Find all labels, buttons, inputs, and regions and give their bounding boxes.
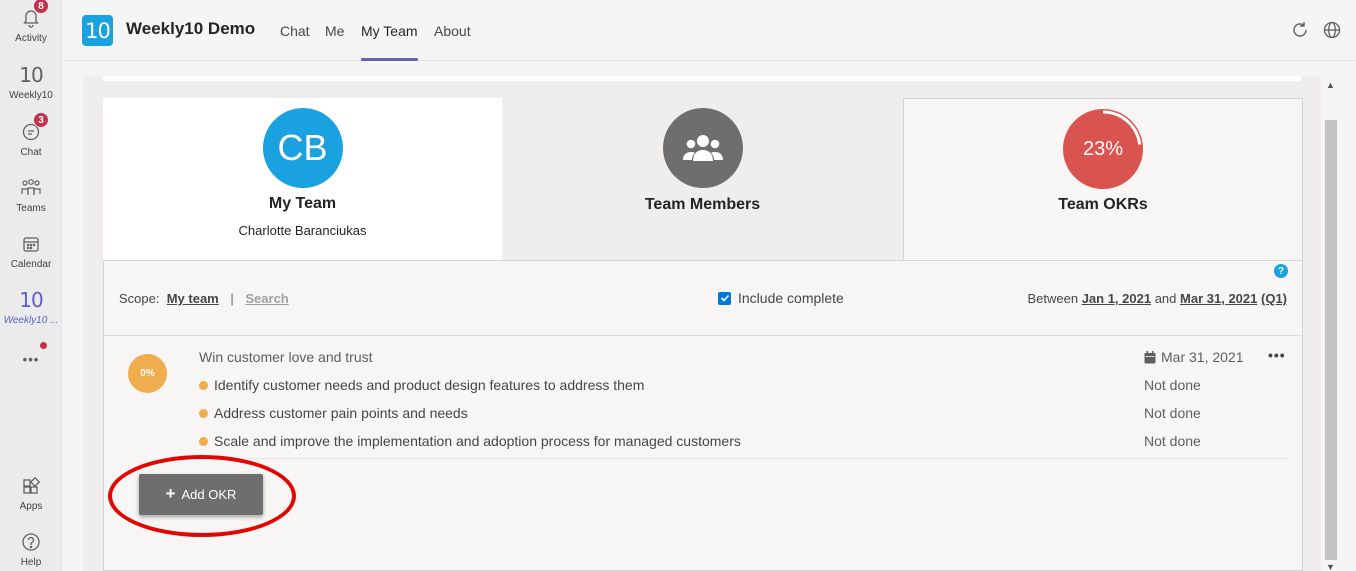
tab-my-team[interactable]: My Team (361, 23, 418, 39)
objective-progress-badge: 0% (128, 354, 167, 393)
rail-item-label: Help (20, 557, 42, 568)
team-members-icon (662, 108, 743, 188)
rail-item-chat[interactable]: 3 Chat (0, 112, 62, 172)
tab-me[interactable]: Me (325, 23, 344, 39)
plus-icon: + (165, 483, 176, 503)
objective-more-button[interactable]: ••• (1268, 347, 1286, 363)
key-result-status[interactable]: Not done (1144, 405, 1201, 421)
bell-icon: 8 (19, 0, 49, 30)
help-icon (19, 530, 43, 554)
scope-search-link[interactable]: Search (245, 291, 288, 306)
refresh-icon[interactable] (1290, 20, 1310, 40)
objective-due-date[interactable]: Mar 31, 2021 (1144, 349, 1244, 365)
quarter-link[interactable]: (Q1) (1261, 291, 1287, 306)
status-dot (199, 408, 208, 418)
globe-icon[interactable] (1322, 20, 1342, 40)
app-rail: 8 Activity 10 Weekly10 3 Chat Teams Cale… (0, 0, 62, 571)
key-result-status[interactable]: Not done (1144, 433, 1201, 449)
scroll-down-arrow[interactable]: ▼ (1326, 562, 1335, 571)
start-date-link[interactable]: Jan 1, 2021 (1082, 291, 1151, 306)
rail-item-label: Weekly10 (9, 90, 53, 101)
rail-item-help[interactable]: Help (0, 530, 62, 571)
chat-icon: 3 (19, 112, 49, 144)
team-okrs-card[interactable]: 23% Team OKRs (903, 98, 1303, 261)
checkbox-checked-icon[interactable] (718, 291, 731, 305)
rail-item-weekly10-pinned[interactable]: 10 Weekly10 ... (0, 288, 62, 340)
teams-icon (19, 176, 43, 200)
rail-more-button[interactable]: ••• (0, 352, 62, 376)
chat-badge: 3 (33, 112, 49, 128)
calendar-icon (19, 232, 43, 256)
status-dot (199, 436, 208, 446)
end-date-link[interactable]: Mar 31, 2021 (1180, 291, 1257, 306)
scope-filter: Scope: My team | Search (119, 291, 289, 306)
my-team-avatar: CB (262, 108, 343, 188)
scrollbar-thumb[interactable] (1325, 120, 1337, 560)
divider (104, 335, 1302, 336)
key-result-item[interactable]: Address customer pain points and needs (199, 405, 468, 421)
activity-badge: 8 (33, 0, 49, 14)
my-team-title: My Team (268, 195, 337, 212)
okr-panel: ? Scope: My team | Search Include comple… (103, 260, 1303, 571)
scope-my-team-link[interactable]: My team (167, 291, 219, 306)
notification-dot (40, 342, 47, 349)
objective-title[interactable]: Win customer love and trust (199, 349, 373, 365)
rail-item-label: Calendar (10, 259, 52, 270)
key-result-item[interactable]: Scale and improve the implementation and… (199, 433, 741, 449)
weekly10-icon: 10 (19, 288, 43, 312)
calendar-icon (1144, 350, 1156, 363)
team-okrs-progress-ring: 23% (1063, 109, 1143, 189)
rail-item-label: Activity (15, 33, 47, 44)
rail-item-label: Teams (16, 203, 46, 214)
content-top-strip (103, 76, 1301, 81)
my-team-owner: Charlotte Baranciukas (238, 223, 367, 238)
add-okr-button[interactable]: + Add OKR (139, 474, 263, 515)
my-team-card[interactable]: CB My Team Charlotte Baranciukas (103, 98, 502, 261)
rail-item-teams[interactable]: Teams (0, 176, 62, 228)
rail-item-weekly10[interactable]: 10 Weekly10 (0, 63, 62, 115)
tab-about[interactable]: About (434, 23, 471, 39)
active-tab-indicator (361, 58, 418, 61)
rail-item-apps[interactable]: Apps (0, 474, 62, 526)
team-okrs-title: Team OKRs (1058, 196, 1148, 213)
app-header: 10 Weekly10 Demo Chat Me My Team About (62, 0, 1356, 61)
rail-item-label: Weekly10 ... (3, 315, 59, 326)
scroll-up-arrow[interactable]: ▲ (1326, 80, 1336, 90)
weekly10-logo: 10 (82, 15, 113, 46)
include-complete-toggle[interactable]: Include complete (718, 290, 844, 306)
key-result-status[interactable]: Not done (1144, 377, 1201, 393)
key-result-item[interactable]: Identify customer needs and product desi… (199, 377, 644, 393)
weekly10-icon: 10 (19, 63, 43, 87)
app-title: Weekly10 Demo (126, 19, 256, 38)
help-icon[interactable]: ? (1274, 264, 1288, 278)
rail-item-calendar[interactable]: Calendar (0, 232, 62, 284)
team-members-title: Team Members (644, 196, 761, 213)
tab-chat[interactable]: Chat (280, 23, 310, 39)
apps-icon (19, 474, 43, 498)
rail-item-label: Chat (20, 147, 42, 158)
rail-item-label: Apps (19, 501, 43, 512)
rail-item-activity[interactable]: 8 Activity (0, 0, 62, 58)
status-dot (199, 380, 208, 390)
more-icon: ••• (22, 352, 40, 367)
team-members-card[interactable]: Team Members (502, 98, 903, 261)
divider (199, 458, 1289, 459)
date-range: Between Jan 1, 2021 and Mar 31, 2021 (Q1… (1027, 291, 1287, 306)
